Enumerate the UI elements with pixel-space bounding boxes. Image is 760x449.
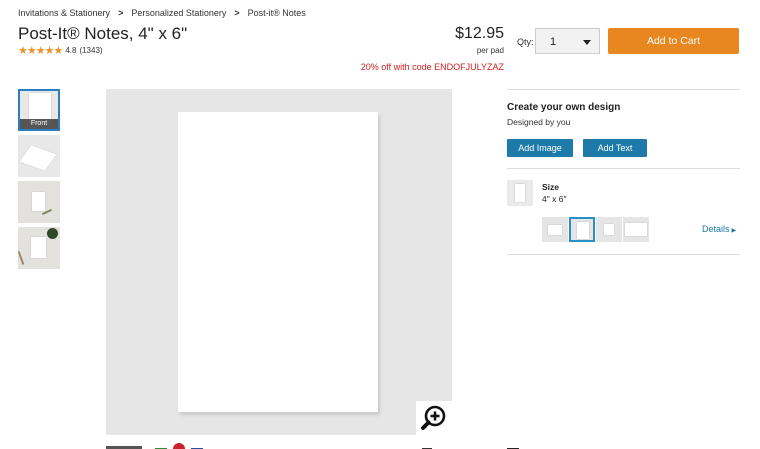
breadcrumb-invitations-stationery[interactable]: Invitations & Stationery: [18, 8, 110, 18]
design-section-title: Create your own design: [507, 102, 621, 113]
divider: [507, 89, 740, 90]
review-count[interactable]: (1343): [79, 46, 102, 55]
zoom-in-icon: [421, 405, 446, 430]
size-value: 4" x 6": [542, 194, 567, 204]
paper-image: [31, 237, 46, 258]
add-image-button[interactable]: Add Image: [507, 139, 573, 157]
share-icons-partial[interactable]: [155, 442, 211, 449]
rating-stars-icon: ★★★★★: [18, 45, 63, 57]
quantity-select[interactable]: 1: [535, 28, 600, 54]
divider: [507, 168, 740, 169]
breadcrumb-post-it-notes[interactable]: Post-it® Notes: [248, 8, 306, 18]
post-it-pad-image: [178, 112, 378, 412]
favorite-icons-partial[interactable]: [422, 442, 452, 449]
thumbnail-desk-pen[interactable]: [18, 181, 60, 223]
add-text-button[interactable]: Add Text: [583, 139, 647, 157]
triangle-right-icon: ▶: [731, 228, 737, 234]
product-preview[interactable]: [106, 89, 452, 435]
size-option-3[interactable]: [596, 217, 622, 242]
thumbnail-list: Front: [18, 89, 60, 273]
breadcrumb: Invitations & Stationery > Personalized …: [18, 8, 306, 18]
divider: [507, 254, 740, 255]
size-option-2[interactable]: [569, 217, 595, 242]
add-to-cart-button[interactable]: Add to Cart: [608, 28, 739, 54]
size-option-4[interactable]: [623, 217, 649, 242]
paper-image: [515, 184, 525, 202]
product-rating[interactable]: ★★★★★ 4.8 (1343): [18, 44, 103, 57]
size-thumbnail-icon: [507, 180, 533, 206]
chevron-right-icon: >: [118, 8, 124, 18]
paper-image: [577, 222, 589, 239]
quantity-value: 1: [550, 36, 557, 48]
caret-down-icon: [583, 40, 591, 45]
paper-image: [19, 145, 57, 171]
shipping-row-partial: [507, 442, 740, 449]
share-red-icon: [173, 443, 185, 449]
share-row-partial: [106, 442, 146, 449]
breadcrumb-personalized-stationery[interactable]: Personalized Stationery: [131, 8, 226, 18]
paper-image: [32, 192, 45, 211]
paper-image: [548, 225, 562, 235]
pencil-image: [18, 251, 25, 265]
price-unit: per pad: [476, 46, 504, 55]
plant-image: [47, 228, 58, 239]
thumbnail-desk-plant[interactable]: [18, 227, 60, 269]
thumbnail-front-label: Front: [20, 119, 58, 129]
thumbnail-angle[interactable]: [18, 135, 60, 177]
details-link[interactable]: Details ▶: [702, 224, 736, 234]
size-option-1[interactable]: [542, 217, 568, 242]
details-link-label: Details: [702, 224, 730, 234]
size-label: Size: [542, 182, 560, 192]
thumbnail-front[interactable]: Front: [18, 89, 60, 131]
product-title: Post-It® Notes, 4" x 6": [18, 24, 188, 43]
promo-text: 20% off with code ENDOFJULYZAZ: [360, 62, 504, 72]
design-section-subtitle: Designed by you: [507, 117, 571, 127]
chevron-right-icon: >: [234, 8, 240, 18]
product-price: $12.95: [455, 25, 504, 42]
qty-label: Qty:: [517, 37, 534, 47]
rating-value: 4.8: [65, 46, 77, 55]
zoom-button[interactable]: [416, 401, 452, 435]
paper-image: [625, 223, 647, 236]
paper-image: [604, 224, 614, 235]
